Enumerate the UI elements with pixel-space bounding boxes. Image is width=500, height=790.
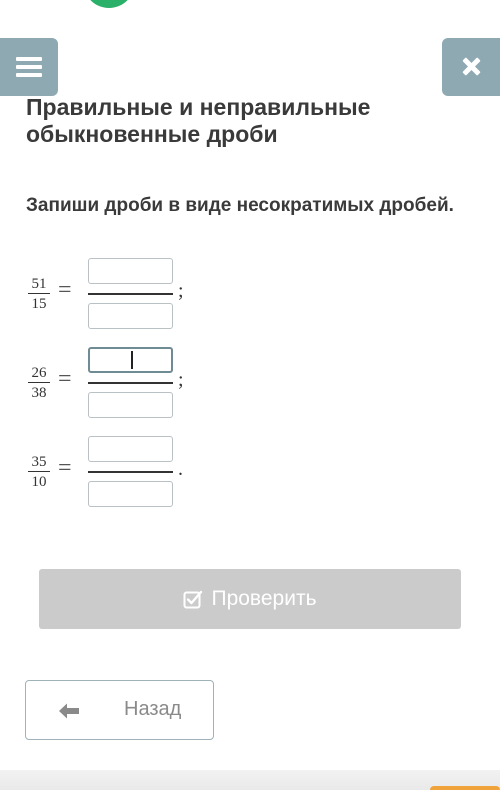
back-button[interactable]: Назад [25,680,214,740]
exercise-row: 26 38 = ; [28,347,228,419]
fraction-denominator: 15 [31,296,47,312]
answer-numerator-input[interactable] [88,347,173,373]
back-button-label: Назад [124,698,182,720]
answer-fraction-bar [88,471,173,473]
hamburger-icon [16,57,42,61]
equals-sign: = [58,366,72,392]
answer-numerator-input[interactable] [88,436,173,462]
punctuation: . [178,458,183,480]
checkbox-check-icon [183,590,203,609]
arrow-left-icon [59,703,79,719]
fraction-numerator: 51 [31,276,47,292]
fraction-numerator: 35 [31,454,47,470]
fraction-denominator: 10 [31,474,47,490]
check-button-label: Проверить [211,587,317,610]
menu-button[interactable] [0,38,58,96]
exercise-row: 35 10 = . [28,436,228,508]
equals-sign: = [58,277,72,303]
check-button[interactable]: Проверить [39,569,461,629]
given-fraction: 51 15 [28,276,50,312]
text-caret [131,351,133,369]
equals-sign: = [58,455,72,481]
answer-denominator-input[interactable] [88,303,173,329]
app-logo-circle [84,0,134,8]
given-fraction: 35 10 [28,454,50,490]
bottom-panel [0,770,500,790]
answer-fraction-bar [88,293,173,295]
task-instruction: Запиши дроби в виде несократимых дробей. [26,195,454,216]
fraction-numerator: 26 [31,365,47,381]
close-button[interactable] [442,38,500,96]
fraction-denominator: 38 [31,385,47,401]
exercise-row: 51 15 = ; [28,258,228,330]
answer-denominator-input[interactable] [88,481,173,507]
answer-denominator-input[interactable] [88,392,173,418]
answer-numerator-input[interactable] [88,258,173,284]
lesson-title: Правильные и неправильные обыкновенные д… [26,94,371,147]
punctuation: ; [178,280,184,302]
given-fraction: 26 38 [28,365,50,401]
answer-fraction-bar [88,382,173,384]
bottom-accent-tab[interactable] [430,786,500,790]
punctuation: ; [178,369,184,391]
